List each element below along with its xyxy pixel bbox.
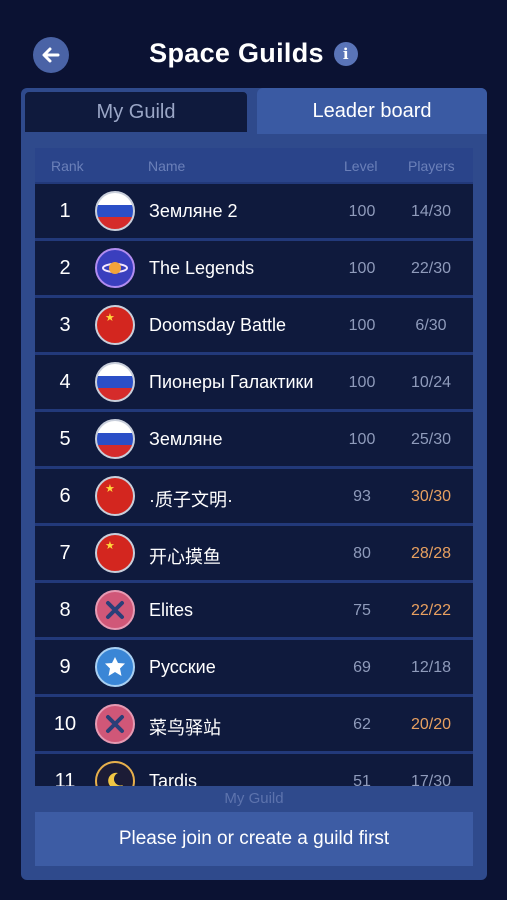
chinese-flag-icon: ★ <box>95 533 135 573</box>
guild-level: 100 <box>348 317 376 334</box>
guild-level: 100 <box>348 260 376 277</box>
guild-name: Doomsday Battle <box>149 315 287 335</box>
guild-rank: 11 <box>54 770 76 786</box>
column-name: Name <box>148 158 186 174</box>
guild-name: Русские <box>149 657 216 677</box>
header: Space Guilds i <box>0 0 507 88</box>
guild-rank: 10 <box>53 713 77 735</box>
russian-flag-icon <box>95 362 135 402</box>
saturn-emblem-icon <box>95 248 135 288</box>
russian-flag-icon <box>95 419 135 459</box>
guild-name: Земляне 2 <box>149 201 238 221</box>
guild-players: 28/28 <box>410 545 452 562</box>
guild-rank: 7 <box>59 542 71 564</box>
guild-players: 22/30 <box>410 260 452 277</box>
guild-name: ·质子文明· <box>149 490 233 510</box>
page-title-row: Space Guilds i <box>0 38 507 69</box>
column-players: Players <box>408 158 455 174</box>
tab-leader-board[interactable]: Leader board <box>257 88 487 134</box>
guild-rank: 8 <box>59 599 71 621</box>
crossed-swords-emblem-icon <box>95 590 135 630</box>
table-row[interactable]: 11 Tardis 51 17/30 <box>35 754 473 786</box>
guild-rank: 1 <box>59 200 71 222</box>
guild-players: 14/30 <box>410 203 452 220</box>
guild-name: 开心摸鱼 <box>149 547 221 567</box>
guild-players: 6/30 <box>415 317 447 334</box>
guild-level: 75 <box>353 602 371 619</box>
table-row[interactable]: 1 Земляне 2 100 14/30 <box>35 184 473 238</box>
crossed-swords-emblem-icon <box>95 704 135 744</box>
guild-name: The Legends <box>149 258 255 278</box>
guild-level: 62 <box>353 716 371 733</box>
guild-players: 25/30 <box>410 431 452 448</box>
russian-flag-icon <box>95 191 135 231</box>
chinese-flag-icon: ★ <box>95 476 135 516</box>
table-row[interactable]: 5 Земляне 100 25/30 <box>35 412 473 466</box>
guild-rank: 6 <box>59 485 71 507</box>
guild-level: 69 <box>353 659 371 676</box>
guild-rank: 3 <box>59 314 71 336</box>
guild-level: 100 <box>348 431 376 448</box>
table-row[interactable]: 9 Русские 69 12/18 <box>35 640 473 694</box>
guild-players: 22/22 <box>410 602 452 619</box>
guild-level: 100 <box>348 374 376 391</box>
tab-my-guild[interactable]: My Guild <box>23 90 249 134</box>
guild-rank: 9 <box>59 656 71 678</box>
star-emblem-icon <box>95 647 135 687</box>
table-row[interactable]: 10 菜鸟驿站 62 20/20 <box>35 697 473 751</box>
join-guild-message[interactable]: Please join or create a guild first <box>35 812 473 866</box>
table-row[interactable]: 6 ★ ·质子文明· 93 30/30 <box>35 469 473 523</box>
table-row[interactable]: 4 Пионеры Галактики 100 10/24 <box>35 355 473 409</box>
guild-players: 12/18 <box>410 659 452 676</box>
moon-emblem-icon <box>95 761 135 786</box>
leaderboard-table[interactable]: Rank Name Level Players 1 Земляне 2 100 14/… <box>35 148 473 786</box>
table-row[interactable]: 2 The Legends 100 22/30 <box>35 241 473 295</box>
guild-players: 30/30 <box>410 488 452 505</box>
guild-level: 93 <box>353 488 371 505</box>
guild-rank: 5 <box>59 428 71 450</box>
table-header: Rank Name Level Players <box>35 148 473 182</box>
guild-players: 17/30 <box>410 773 452 786</box>
table-row[interactable]: 7 ★ 开心摸鱼 80 28/28 <box>35 526 473 580</box>
guild-players: 10/24 <box>410 374 452 391</box>
guild-rank: 2 <box>59 257 71 279</box>
guild-level: 100 <box>348 203 376 220</box>
chinese-flag-icon: ★ <box>95 305 135 345</box>
guild-rank: 4 <box>59 371 71 393</box>
guild-name: Elites <box>149 600 194 620</box>
guild-name: Tardis <box>149 771 198 786</box>
table-row[interactable]: 3 ★ Doomsday Battle 100 6/30 <box>35 298 473 352</box>
guild-level: 80 <box>353 545 371 562</box>
guild-name: Земляне <box>149 429 223 449</box>
column-rank: Rank <box>51 158 84 174</box>
guild-name: 菜鸟驿站 <box>149 718 221 738</box>
column-level: Level <box>344 158 378 174</box>
info-icon[interactable]: i <box>333 41 358 66</box>
guild-name: Пионеры Галактики <box>149 372 314 392</box>
page-title: Space Guilds <box>149 38 324 68</box>
guild-panel: My Guild Leader board Rank Name Level Pl… <box>21 88 487 880</box>
guild-players: 20/20 <box>410 716 452 733</box>
guild-level: 51 <box>353 773 371 786</box>
my-guild-section-label: My Guild <box>224 790 284 807</box>
table-row[interactable]: 8 Elites 75 22/22 <box>35 583 473 637</box>
